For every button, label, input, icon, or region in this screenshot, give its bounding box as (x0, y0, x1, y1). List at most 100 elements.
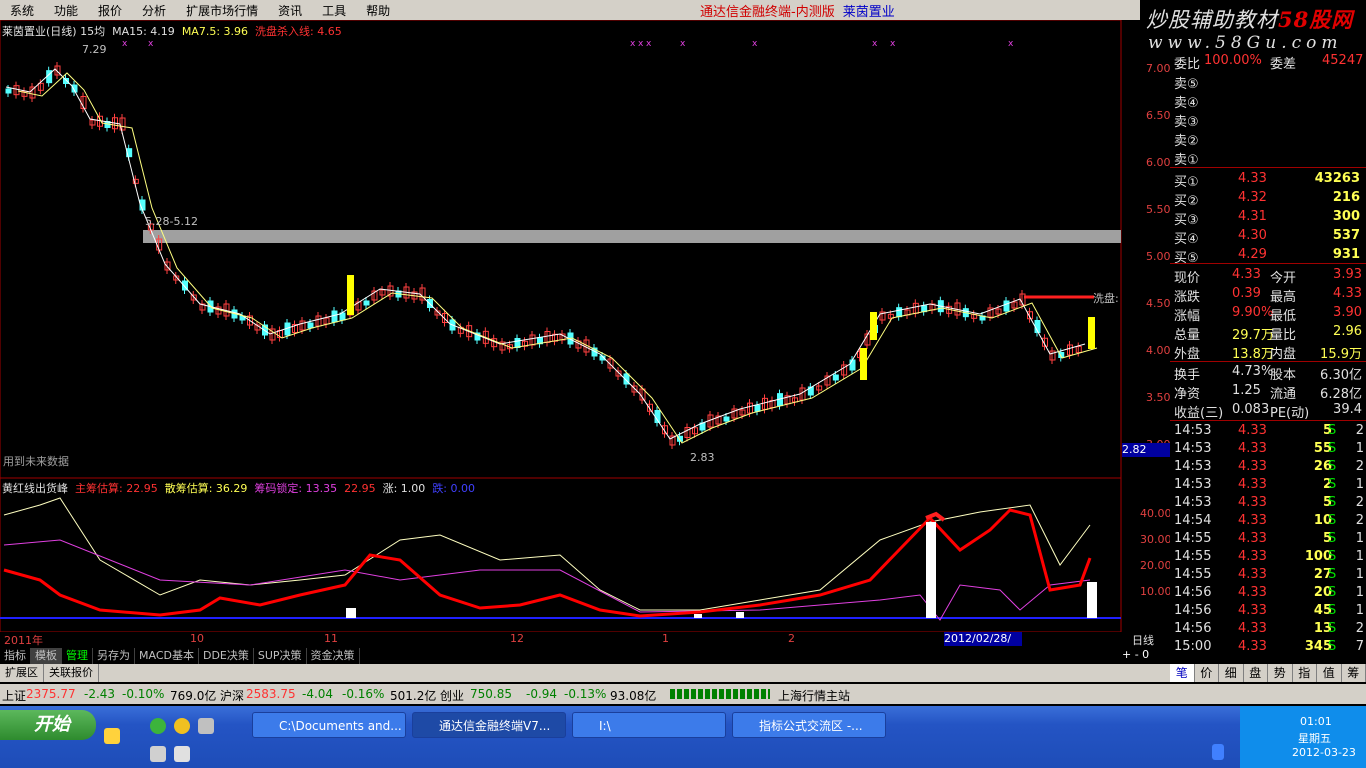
ie-icon[interactable] (150, 718, 166, 734)
range-label: 5.28-5.12 (145, 215, 198, 228)
tick-row[interactable]: 14:56 4.33 45 S 1 (1170, 602, 1366, 620)
right-tab[interactable]: 值 (1317, 664, 1342, 682)
menu-tools[interactable]: 工具 (312, 2, 356, 19)
kline-chart[interactable]: xxxxxxxxxx 莱茵置业(日线) 15均 MA15: 4.19 MA7.5… (0, 20, 1122, 632)
start-button[interactable]: 开始 (0, 710, 96, 740)
desktop-icon[interactable] (104, 728, 120, 744)
tab-fund[interactable]: 资金决策 (307, 648, 360, 664)
tick-row[interactable]: 14:56 4.33 20 S 1 (1170, 584, 1366, 602)
tick-row[interactable]: 14:53 4.33 2 S 1 (1170, 476, 1366, 494)
right-tab[interactable]: 势 (1268, 664, 1293, 682)
right-tab[interactable]: 盘 (1244, 664, 1268, 682)
low-label: 2.83 (690, 451, 715, 464)
tick-row[interactable]: 14:53 4.33 26 S 2 (1170, 458, 1366, 476)
quote-row: 外盘 13.8万 内盘 15.9万 (1174, 347, 1362, 362)
menu-info[interactable]: 资讯 (268, 2, 312, 19)
app-icon[interactable] (198, 718, 214, 734)
tray-volume-icon[interactable] (1212, 744, 1224, 760)
tick-row[interactable]: 14:54 4.33 10 S 2 (1170, 512, 1366, 530)
taskbar-item-drive[interactable]: I:\ (572, 712, 726, 738)
keyboard-icon[interactable] (150, 746, 166, 762)
menu-help[interactable]: 帮助 (356, 2, 400, 19)
server-label[interactable]: 上海行情主站 (778, 687, 850, 704)
ask-row[interactable]: 卖① (1170, 148, 1366, 168)
menu-system[interactable]: 系统 (0, 2, 44, 19)
candle-body (849, 359, 856, 371)
tab-sup[interactable]: SUP决策 (254, 648, 307, 664)
sz-amt: 501.2亿 (390, 689, 437, 703)
x-tick: 12 (510, 632, 524, 645)
x-tick: 10 (190, 632, 204, 645)
bid-row[interactable]: 买③ 4.31 300 (1170, 208, 1366, 228)
quote-row: 涨跌 0.39 最高 4.33 (1174, 286, 1362, 305)
tick-row[interactable]: 14:55 4.33 27 S 1 (1170, 566, 1366, 584)
menu-ext-market[interactable]: 扩展市场行情 (176, 2, 268, 19)
tick-row[interactable]: 14:55 4.33 5 S 1 (1170, 530, 1366, 548)
candle-body (832, 374, 839, 381)
tick-row[interactable]: 14:56 4.33 13 S 2 (1170, 620, 1366, 638)
cy-val: 750.85 (470, 687, 512, 701)
fundamental-row: 换手 4.73% 股本 6.30亿 (1174, 364, 1362, 383)
tab-dde[interactable]: DDE决策 (199, 648, 254, 664)
right-tab[interactable]: 笔 (1170, 664, 1195, 682)
right-tab[interactable]: 筹 (1342, 664, 1366, 682)
taskbar-item-forum[interactable]: 指标公式交流区 -... (732, 712, 886, 738)
candle-body (514, 338, 521, 348)
tab-template[interactable]: 模板 (31, 648, 62, 664)
bid-row[interactable]: 买② 4.32 216 (1170, 189, 1366, 209)
clock-date: 2012-03-23 (1292, 746, 1356, 759)
clock-time[interactable]: 01:01 (1300, 715, 1332, 728)
windows-taskbar: 开始 C:\Documents and... 通达信金融终端V7... I:\ … (0, 706, 1366, 768)
browser-icon[interactable] (174, 718, 190, 734)
tab-macd[interactable]: MACD基本 (135, 648, 199, 664)
ask-row[interactable]: 卖④ (1170, 91, 1366, 111)
taskbar-item-explorer[interactable]: C:\Documents and... (252, 712, 406, 738)
ask-row[interactable]: 卖⑤ (1170, 72, 1366, 92)
indicator-bar (1087, 582, 1097, 618)
bid-row[interactable]: 买⑤ 4.29 931 (1170, 246, 1366, 266)
tick-row[interactable]: 14:53 4.33 5 S 2 (1170, 422, 1366, 440)
tick-row[interactable]: 14:53 4.33 55 S 1 (1170, 440, 1366, 458)
tick-row[interactable]: 14:55 4.33 100 S 1 (1170, 548, 1366, 566)
tab-related-quote[interactable]: 关联报价 (44, 664, 99, 682)
high-label: 7.29 (82, 43, 107, 56)
y-tick: 6.50 (1146, 109, 1171, 122)
signal-bar (347, 275, 354, 315)
menu-analysis[interactable]: 分析 (132, 2, 176, 19)
quote-panel: 委比 100.00% 委差 45247 卖⑤ 卖④ 卖③ 卖② 卖① 买① 4.33 43… (1170, 53, 1366, 664)
indicator-bar (346, 608, 356, 618)
right-tab[interactable]: 细 (1219, 664, 1244, 682)
signal-bar (860, 348, 867, 380)
cy-pct: -0.13% (564, 687, 607, 701)
sh-label: 上证 (2, 689, 27, 703)
menu-function[interactable]: 功能 (44, 2, 88, 19)
sh-val: 2375.77 (26, 687, 76, 701)
signal-marker: x (752, 39, 758, 49)
help-icon[interactable] (174, 746, 190, 762)
taskbar-item-tdx[interactable]: 通达信金融终端V7... (412, 712, 566, 738)
sz-chg: -4.04 (302, 687, 334, 701)
tab-manage[interactable]: 管理 (62, 648, 93, 664)
signal-marker: x (680, 39, 686, 49)
signal-marker: x (148, 39, 154, 49)
right-tab[interactable]: 价 (1195, 664, 1219, 682)
quote-row: 涨幅 9.90% 最低 3.90 (1174, 305, 1362, 324)
right-tab[interactable]: 指 (1293, 664, 1317, 682)
sz-pct: -0.16% (342, 687, 385, 701)
candle-body (1003, 300, 1010, 312)
tab-indicator[interactable]: 指标 (0, 648, 31, 664)
signal-bar (870, 312, 877, 340)
tab-ext-area[interactable]: 扩展区 (0, 664, 44, 682)
tab-save-as[interactable]: 另存为 (93, 648, 135, 664)
ask-row[interactable]: 卖③ (1170, 110, 1366, 130)
tick-row[interactable]: 14:53 4.33 5 S 2 (1170, 494, 1366, 512)
y-tick: 7.00 (1146, 62, 1171, 75)
fundamental-row: 收益(三) 0.083 PE(动) 39.4 (1174, 402, 1362, 421)
bid-row[interactable]: 买① 4.33 43263 (1170, 170, 1366, 190)
zoom-controls[interactable]: + - 0 (1122, 648, 1149, 661)
tick-row[interactable]: 15:00 4.33 345 S 7 (1170, 638, 1366, 656)
bid-row[interactable]: 买④ 4.30 537 (1170, 227, 1366, 247)
y-tick: 5.00 (1146, 250, 1171, 263)
menu-quote[interactable]: 报价 (88, 2, 132, 19)
ask-row[interactable]: 卖② (1170, 129, 1366, 149)
